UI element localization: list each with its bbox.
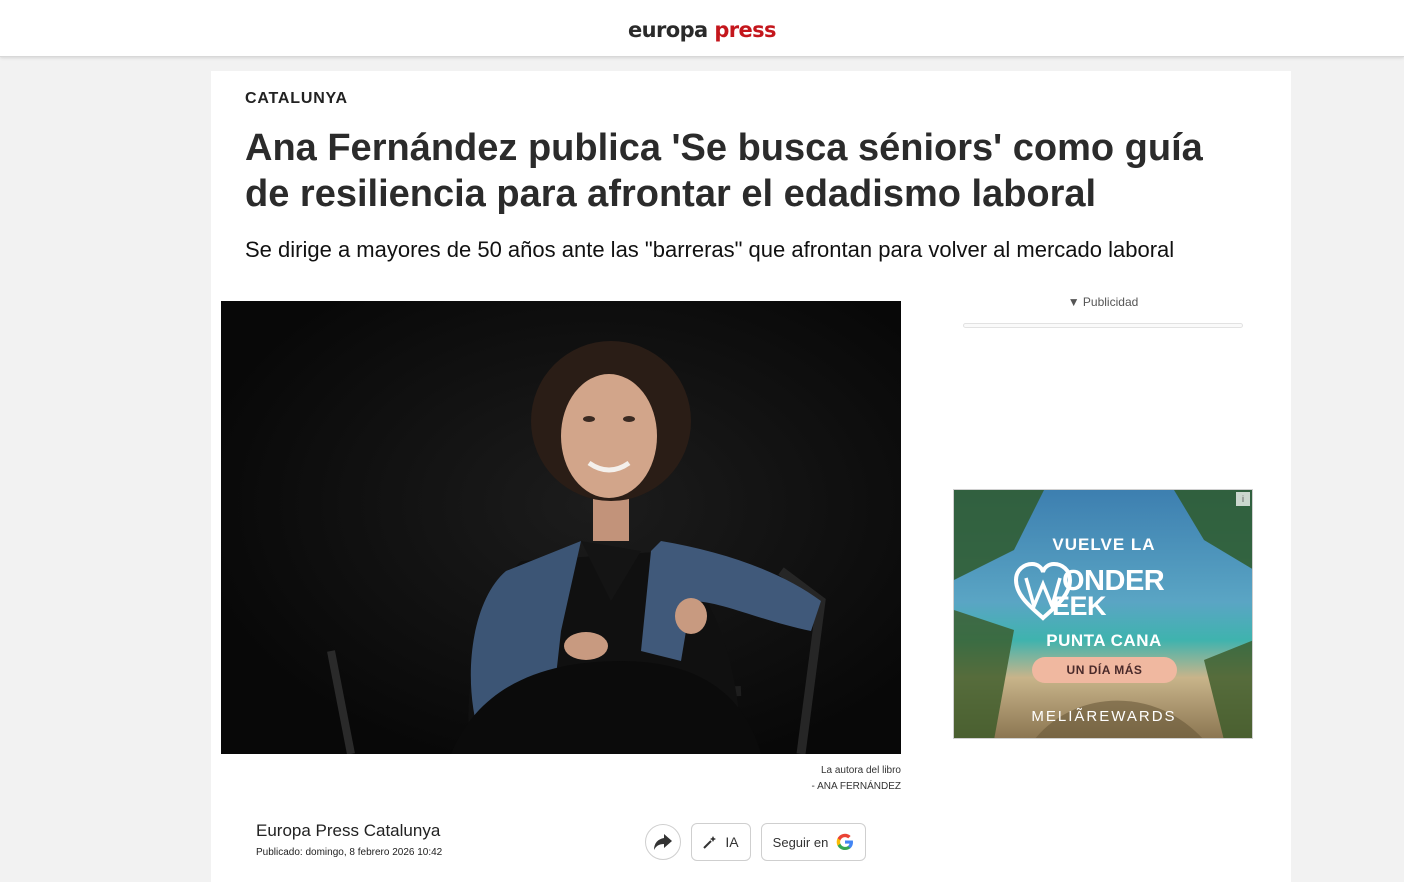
advertising-label[interactable]: ▼ Publicidad bbox=[963, 295, 1243, 309]
ad-brand-word2: EEK bbox=[1052, 591, 1107, 621]
sparkle-icon bbox=[703, 836, 717, 849]
caption-text: La autora del libro bbox=[820, 765, 901, 776]
ad-location: PUNTA CANA bbox=[1046, 631, 1162, 650]
follow-label: Seguir en bbox=[772, 834, 829, 850]
article-headline: Ana Fernández publica 'Se busca séniors'… bbox=[245, 127, 1203, 215]
caption-credit: - ANA FERNÁNDEZ bbox=[811, 781, 901, 792]
logo-word-europa: europa bbox=[628, 18, 708, 42]
logo-word-press: press bbox=[714, 18, 776, 42]
ad-sponsor-logo: MELIÃREWARDS bbox=[1031, 708, 1177, 725]
section-label[interactable]: CATALUNYA bbox=[245, 90, 348, 108]
share-button[interactable] bbox=[645, 824, 681, 860]
ai-summary-label: IA bbox=[725, 834, 739, 850]
ai-summary-button[interactable]: IA bbox=[691, 823, 751, 861]
ad-cta-button[interactable]: UN DÍA MÁS bbox=[1032, 657, 1177, 683]
google-icon bbox=[837, 833, 854, 850]
advertisement-banner[interactable]: VUELVE LA ONDER EEK PUNTA CANA UN DÍA MÁ… bbox=[953, 489, 1253, 739]
wonder-week-logo: ONDER EEK bbox=[1012, 560, 1202, 622]
follow-on-google-button[interactable]: Seguir en bbox=[761, 823, 866, 861]
europa-press-logo[interactable]: europa press bbox=[0, 17, 1404, 43]
share-arrow-icon bbox=[654, 834, 672, 850]
ad-placeholder-bar bbox=[963, 323, 1243, 328]
photo-caption: La autora del libro - ANA FERNÁNDEZ bbox=[700, 763, 901, 795]
ad-headline: VUELVE LA bbox=[1052, 535, 1156, 554]
ad-info-icon[interactable]: i bbox=[1236, 492, 1250, 506]
author-name[interactable]: Europa Press Catalunya bbox=[256, 821, 440, 841]
article-subheadline: Se dirige a mayores de 50 años ante las … bbox=[245, 237, 1175, 262]
top-bar: europa press bbox=[0, 0, 1404, 57]
article-photo[interactable] bbox=[221, 301, 901, 754]
published-date: Publicado: domingo, 8 febrero 2026 10:42 bbox=[256, 847, 443, 858]
photo-illustration bbox=[221, 301, 901, 754]
